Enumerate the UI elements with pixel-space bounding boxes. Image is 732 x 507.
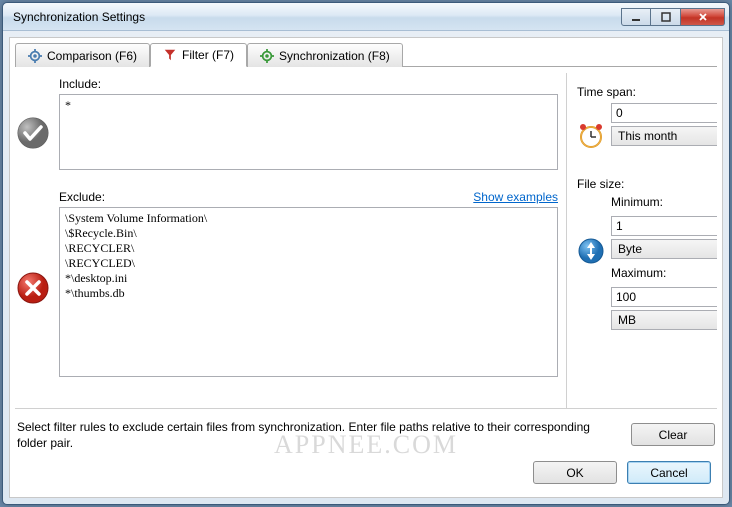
timespan-value[interactable] xyxy=(611,103,717,123)
settings-window: Synchronization Settings Comparison (F6)… xyxy=(2,2,730,505)
tab-label: Filter (F7) xyxy=(182,48,234,62)
clear-button[interactable]: Clear xyxy=(631,423,715,446)
timespan-group: Time span: ▲▼ This month xyxy=(577,85,713,149)
tab-bar: Comparison (F6) Filter (F7) Synchronizat… xyxy=(15,43,717,67)
funnel-icon xyxy=(163,48,177,62)
maximize-button[interactable] xyxy=(651,8,681,26)
dialog-buttons: OK Cancel xyxy=(15,457,717,492)
x-circle-icon xyxy=(15,270,51,306)
max-value[interactable] xyxy=(611,287,717,307)
filesize-group: File size: Minimum: ▲▼ Byte Ma xyxy=(577,177,713,330)
exclude-wrap: Exclude: Show examples xyxy=(59,190,558,377)
timespan-spinner[interactable]: ▲▼ xyxy=(611,103,717,123)
include-wrap: Include: xyxy=(59,77,558,170)
tab-label: Comparison (F6) xyxy=(47,49,137,63)
include-block: Include: xyxy=(15,77,558,170)
max-spinner[interactable]: ▲▼ xyxy=(611,287,717,307)
hint-text: Select filter rules to exclude certain f… xyxy=(17,419,621,451)
max-label: Maximum: xyxy=(611,266,717,280)
close-button[interactable] xyxy=(681,8,725,26)
include-textarea[interactable] xyxy=(59,94,558,170)
timespan-label: Time span: xyxy=(577,85,713,99)
clock-icon xyxy=(577,121,605,149)
exclude-textarea[interactable] xyxy=(59,207,558,377)
show-examples-link[interactable]: Show examples xyxy=(473,190,558,204)
updown-arrows-icon xyxy=(577,237,605,265)
min-spinner[interactable]: ▲▼ xyxy=(611,216,717,236)
content-row: Include: Exclude: Show examples xyxy=(15,73,717,408)
minimize-button[interactable] xyxy=(621,8,651,26)
filesize-label: File size: xyxy=(577,177,713,191)
right-column: Time span: ▲▼ This month xyxy=(567,73,717,408)
window-title: Synchronization Settings xyxy=(13,10,621,24)
min-label: Minimum: xyxy=(611,195,717,209)
include-label: Include: xyxy=(59,77,101,91)
min-value[interactable] xyxy=(611,216,717,236)
max-unit-select[interactable]: MB xyxy=(611,310,717,330)
gear-icon xyxy=(28,49,42,63)
tab-label: Synchronization (F8) xyxy=(279,49,390,63)
client-area: Comparison (F6) Filter (F7) Synchronizat… xyxy=(9,37,723,498)
timespan-unit-select[interactable]: This month xyxy=(611,126,717,146)
gear-green-icon xyxy=(260,49,274,63)
exclude-label: Exclude: xyxy=(59,190,105,204)
tab-synchronization[interactable]: Synchronization (F8) xyxy=(247,43,403,67)
min-unit-select[interactable]: Byte xyxy=(611,239,717,259)
exclude-block: Exclude: Show examples xyxy=(15,190,558,390)
cancel-button[interactable]: Cancel xyxy=(627,461,711,484)
left-column: Include: Exclude: Show examples xyxy=(15,73,567,408)
tab-comparison[interactable]: Comparison (F6) xyxy=(15,43,150,67)
tab-filter[interactable]: Filter (F7) xyxy=(150,43,247,67)
checkmark-icon xyxy=(15,115,51,151)
hint-row: Select filter rules to exclude certain f… xyxy=(15,408,717,457)
window-controls xyxy=(621,8,725,26)
ok-button[interactable]: OK xyxy=(533,461,617,484)
titlebar[interactable]: Synchronization Settings xyxy=(3,3,729,31)
